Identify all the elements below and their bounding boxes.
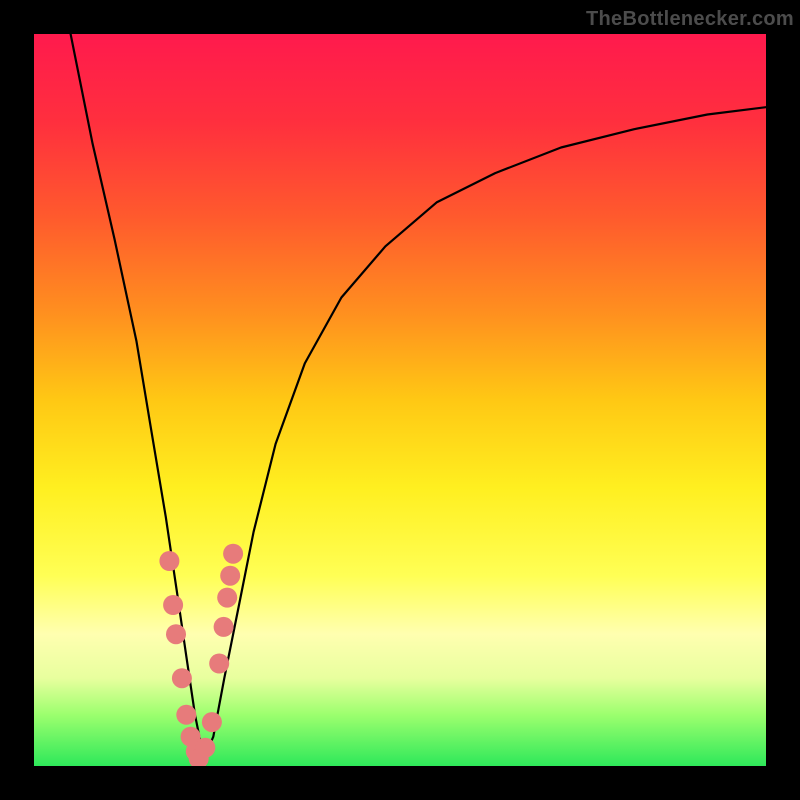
marker-dot — [163, 595, 183, 615]
marker-dot — [159, 551, 179, 571]
marker-dot — [217, 588, 237, 608]
plot-svg — [34, 34, 766, 766]
marker-dot — [172, 668, 192, 688]
marker-dot — [214, 617, 234, 637]
marker-dot — [202, 712, 222, 732]
marker-dot — [223, 544, 243, 564]
marker-dot — [166, 624, 186, 644]
marker-dot — [176, 705, 196, 725]
plot-area — [34, 34, 766, 766]
marker-dot — [195, 738, 215, 758]
marker-dot — [220, 566, 240, 586]
marker-dot — [209, 654, 229, 674]
attribution-label: TheBottlenecker.com — [586, 8, 794, 31]
highlight-points — [159, 544, 243, 766]
bottleneck-curve — [71, 34, 766, 759]
